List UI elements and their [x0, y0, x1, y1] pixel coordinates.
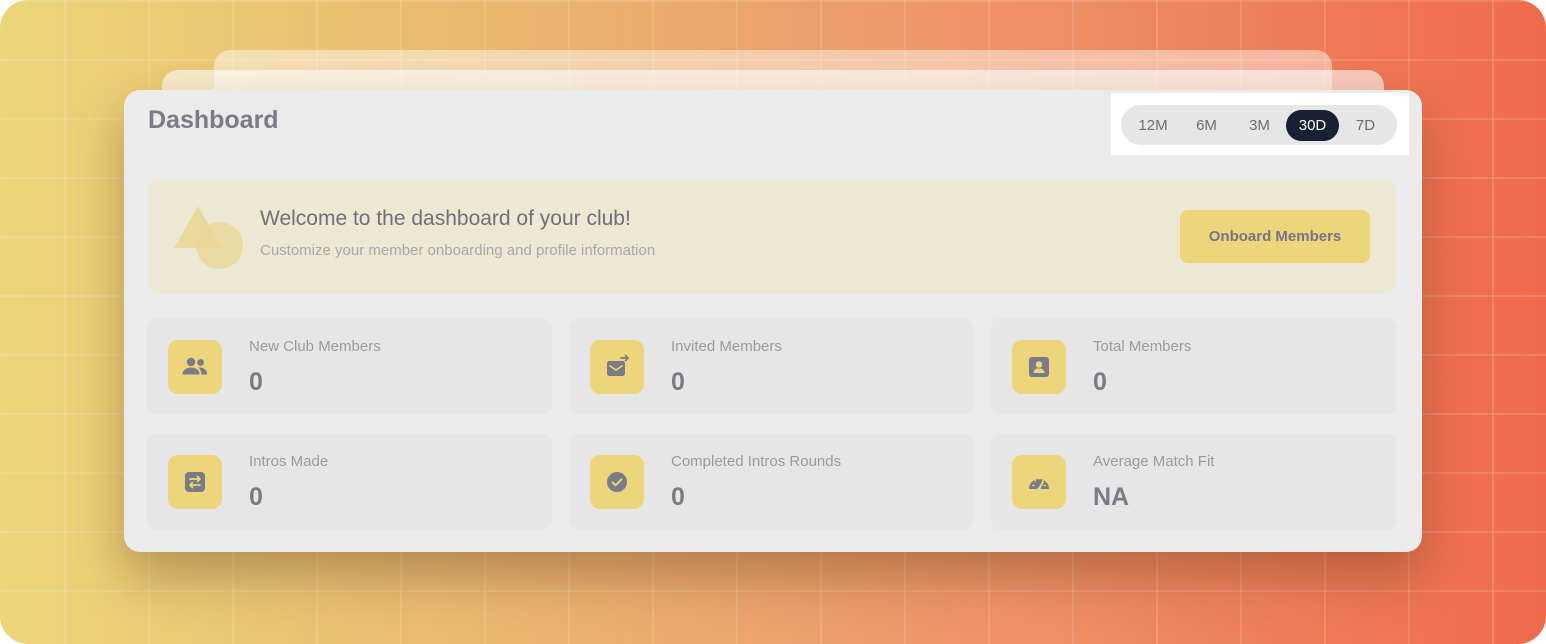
stat-card-completed-intros-rounds: Completed Intros Rounds 0	[569, 433, 974, 530]
welcome-title: Welcome to the dashboard of your club!	[260, 207, 631, 230]
stat-card-invited-members: Invited Members 0	[569, 318, 974, 415]
mail-forward-icon	[590, 340, 644, 394]
page-title: Dashboard	[148, 106, 279, 134]
stat-card-average-match-fit: Average Match Fit NA	[991, 433, 1396, 530]
stat-label: New Club Members	[249, 338, 381, 355]
range-3m-button[interactable]: 3M	[1233, 110, 1286, 141]
range-12m-button[interactable]: 12M	[1126, 110, 1180, 141]
stat-card-new-club-members: New Club Members 0	[147, 318, 552, 415]
stat-value: 0	[1093, 368, 1107, 396]
swap-arrows-icon	[168, 455, 222, 509]
check-circle-icon	[590, 455, 644, 509]
stat-label: Average Match Fit	[1093, 453, 1215, 470]
background: Dashboard 12M 6M 3M 30D 7D Welcome to th…	[0, 0, 1546, 644]
users-icon	[168, 340, 222, 394]
contact-card-icon	[1012, 340, 1066, 394]
range-6m-button[interactable]: 6M	[1180, 110, 1233, 141]
time-range-panel: 12M 6M 3M 30D 7D	[1111, 93, 1409, 155]
welcome-subtitle: Customize your member onboarding and pro…	[260, 242, 656, 259]
dashboard-card: Dashboard 12M 6M 3M 30D 7D Welcome to th…	[124, 90, 1422, 552]
stat-label: Completed Intros Rounds	[671, 453, 842, 470]
range-7d-button[interactable]: 7D	[1339, 110, 1392, 141]
stat-card-total-members: Total Members 0	[991, 318, 1396, 415]
stat-label: Total Members	[1093, 338, 1192, 355]
stat-value: 0	[249, 368, 263, 396]
stat-card-intros-made: Intros Made 0	[147, 433, 552, 530]
stat-label: Invited Members	[671, 338, 782, 355]
onboard-members-button[interactable]: Onboard Members	[1180, 210, 1370, 263]
circle-shape-icon	[196, 222, 243, 269]
welcome-banner: Welcome to the dashboard of your club! C…	[148, 179, 1396, 294]
stat-value: 0	[249, 483, 263, 511]
range-30d-button[interactable]: 30D	[1286, 109, 1339, 141]
stat-value: NA	[1093, 483, 1130, 511]
gauge-icon	[1012, 455, 1066, 509]
stat-value: 0	[671, 483, 685, 511]
stat-label: Intros Made	[249, 453, 329, 470]
time-range-selector: 12M 6M 3M 30D 7D	[1121, 105, 1397, 145]
stat-value: 0	[671, 368, 685, 396]
